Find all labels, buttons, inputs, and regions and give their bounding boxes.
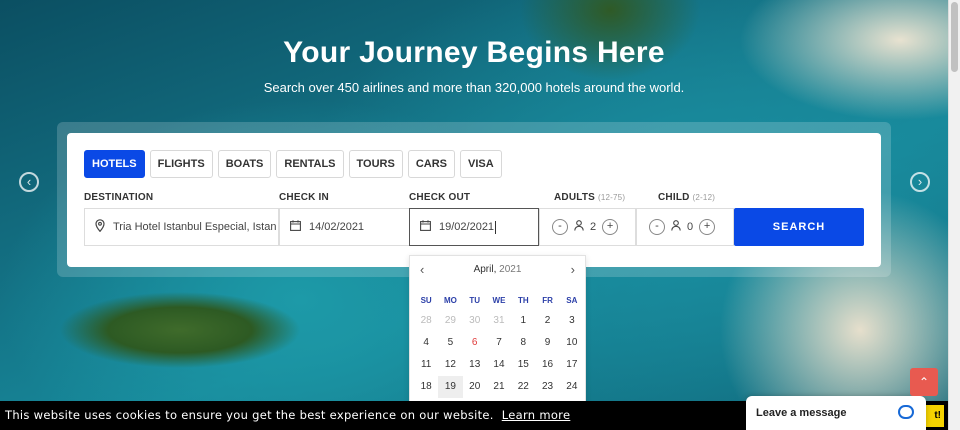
adults-counter: - 2 +	[540, 219, 619, 235]
child-range: (2-12)	[692, 193, 716, 202]
calendar-day[interactable]: 15	[511, 354, 535, 376]
adults-value: 2	[590, 221, 597, 233]
checkout-label: CHECK OUT	[409, 192, 471, 203]
scrollbar-thumb[interactable]	[951, 2, 958, 72]
tab-visa[interactable]: VISA	[460, 150, 502, 178]
destination-value: Tria Hotel Istanbul Especial, Istan	[113, 221, 277, 233]
datepicker-title: April, 2021	[410, 264, 585, 275]
weekday-header: MO	[443, 296, 457, 305]
calendar-day[interactable]: 10	[560, 332, 584, 354]
adults-label: ADULTS (12-75)	[554, 192, 625, 203]
tab-rentals[interactable]: RENTALS	[276, 150, 344, 178]
checkout-value: 19/02/2021	[439, 221, 495, 233]
tab-hotels[interactable]: HOTELS	[84, 150, 145, 178]
hero-title: Your Journey Begins Here	[283, 36, 665, 69]
adults-field: - 2 +	[539, 208, 636, 246]
tab-boats[interactable]: BOATS	[217, 150, 272, 178]
datepicker-year: 2021	[499, 264, 522, 275]
calendar-day[interactable]: 12	[438, 354, 462, 376]
tab-flights[interactable]: FLIGHTS	[149, 150, 213, 178]
calendar-day[interactable]: 29	[438, 310, 462, 332]
calendar-day[interactable]: 14	[487, 354, 511, 376]
child-label: CHILD (2-12)	[658, 192, 715, 203]
datepicker-grid: SU MO TU WE TH FR SA 28 29 30 31 1 2 3 4 5 6 7 8 9 10 11 12 13 1…	[414, 292, 584, 398]
calendar-day[interactable]: 18	[414, 376, 438, 398]
location-pin-icon	[95, 219, 105, 235]
child-counter: - 0 +	[637, 219, 716, 235]
datepicker-month: April,	[473, 264, 497, 275]
calendar-day[interactable]: 8	[511, 332, 535, 354]
calendar-day[interactable]: 31	[487, 310, 511, 332]
destination-field[interactable]: Tria Hotel Istanbul Especial, Istan	[84, 208, 279, 246]
calendar-day[interactable]: 22	[511, 376, 535, 398]
child-label-text: CHILD	[658, 192, 690, 203]
chat-label: Leave a message	[756, 407, 847, 419]
child-minus-button[interactable]: -	[649, 219, 665, 235]
chat-bubble-icon	[898, 405, 914, 419]
chevron-right-icon[interactable]: ›	[571, 262, 575, 277]
calendar-day[interactable]: 30	[463, 310, 487, 332]
search-tabs: HOTELS FLIGHTS BOATS RENTALS TOURS CARS …	[84, 150, 502, 178]
calendar-day[interactable]: 20	[463, 376, 487, 398]
weekday-header: SA	[566, 296, 578, 305]
chevron-up-icon: ⌃	[918, 375, 930, 389]
calendar-day[interactable]: 2	[535, 310, 559, 332]
calendar-day[interactable]: 1	[511, 310, 535, 332]
calendar-day[interactable]: 3	[560, 310, 584, 332]
calendar-day[interactable]: 5	[438, 332, 462, 354]
child-field: - 0 +	[636, 208, 734, 246]
chevron-right-icon: ›	[917, 174, 923, 189]
calendar-day[interactable]: 11	[414, 354, 438, 376]
calendar-day[interactable]: 13	[463, 354, 487, 376]
hero-subtitle: Search over 450 airlines and more than 3…	[263, 80, 685, 95]
adults-range: (12-75)	[598, 193, 626, 202]
calendar-icon	[290, 220, 301, 234]
weekday-header: WE	[492, 296, 506, 305]
calendar-day[interactable]: 17	[560, 354, 584, 376]
calendar-day[interactable]: 7	[487, 332, 511, 354]
scroll-to-top-button[interactable]: ⌃	[910, 368, 938, 396]
text-cursor	[495, 220, 497, 234]
search-button[interactable]: SEARCH	[734, 208, 864, 246]
child-plus-button[interactable]: +	[699, 219, 716, 235]
checkin-label: CHECK IN	[279, 192, 329, 203]
tab-cars[interactable]: CARS	[407, 150, 455, 178]
weekday-header: TU	[469, 296, 481, 305]
tab-tours[interactable]: TOURS	[348, 150, 403, 178]
checkin-field[interactable]: 14/02/2021	[279, 208, 410, 246]
cookie-text: This website uses cookies to ensure you …	[5, 408, 494, 422]
cookie-learn-more-link[interactable]: Learn more	[502, 408, 571, 422]
adults-plus-button[interactable]: +	[602, 219, 619, 235]
slider-prev-button[interactable]: ‹	[19, 172, 39, 192]
calendar-day[interactable]: 6	[463, 332, 487, 354]
slider-next-button[interactable]: ›	[910, 172, 930, 192]
checkout-field[interactable]: 19/02/2021	[409, 208, 539, 246]
calendar-day[interactable]: 19	[438, 376, 463, 398]
weekday-header: FR	[542, 296, 553, 305]
user-icon	[574, 220, 584, 234]
calendar-day[interactable]: 21	[487, 376, 511, 398]
calendar-day[interactable]: 9	[535, 332, 559, 354]
calendar-day[interactable]: 4	[414, 332, 438, 354]
checkin-value: 14/02/2021	[309, 221, 365, 233]
page-scrollbar[interactable]	[948, 0, 960, 430]
user-icon	[671, 220, 681, 234]
calendar-day[interactable]: 16	[535, 354, 559, 376]
datepicker: ‹ April, 2021 › SU MO TU WE TH FR SA 28 29 30 31 1 2…	[409, 255, 586, 405]
adults-minus-button[interactable]: -	[552, 219, 568, 235]
chat-widget[interactable]: Leave a message	[746, 396, 926, 430]
calendar-day[interactable]: 28	[414, 310, 438, 332]
calendar-day[interactable]: 23	[535, 376, 559, 398]
destination-label: DESTINATION	[84, 192, 154, 203]
calendar-day[interactable]: 24	[560, 376, 584, 398]
calendar-icon	[420, 220, 431, 234]
weekday-header: SU	[420, 296, 432, 305]
adults-label-text: ADULTS	[554, 192, 596, 203]
weekday-header: TH	[517, 296, 529, 305]
child-value: 0	[687, 221, 694, 233]
chevron-left-icon: ‹	[26, 174, 32, 189]
